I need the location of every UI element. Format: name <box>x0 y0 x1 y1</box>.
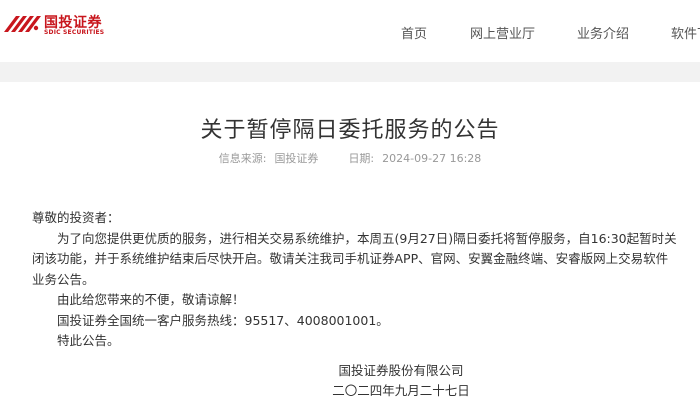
paragraph-apology: 由此给您带来的不便，敬请谅解！ <box>57 292 245 307</box>
paragraph-hotline: 国投证券全国统一客户服务热线：95517、4008001001。 <box>57 312 389 328</box>
article-meta: 信息来源: 国投证券 日期: 2024-09-27 16:28 <box>0 150 700 166</box>
paragraph-maintenance: 为了向您提供更优质的服务，进行相关交易系统维护，本周五(9月27日)隔日委托将暂… <box>32 230 677 287</box>
source-value: 国投证券 <box>274 152 319 165</box>
nav-item-software[interactable]: 软件下 <box>671 23 700 42</box>
source-label: 信息来源: <box>218 152 267 165</box>
nav-item-home[interactable]: 首页 <box>401 23 427 42</box>
paragraph-closing: 特此公告。 <box>57 333 120 348</box>
article-panel: 关于暂停隔日委托服务的公告 信息来源: 国投证券 日期: 2024-09-27 16:… <box>0 82 700 410</box>
signature-company: 国投证券股份有限公司 <box>338 363 464 378</box>
article-body: 尊敬的投资者： 为了向您提供更优质的服务，进行相关交易系统维护，本周五(9月27… <box>32 208 678 352</box>
nav-item-online-hall[interactable]: 网上营业厅 <box>470 23 535 42</box>
page-title: 关于暂停隔日委托服务的公告 <box>200 118 500 143</box>
signature-date: 二〇二四年九月二十七日 <box>332 383 470 398</box>
salutation: 尊敬的投资者： <box>32 210 120 225</box>
date-label: 日期: <box>348 152 375 165</box>
nav-item-business[interactable]: 业务介绍 <box>577 23 629 42</box>
site-header: 国投证券 SDIC SECURITIES 首页 网上营业厅 业务介绍 软件下 <box>0 0 700 62</box>
main-nav: 首页 网上营业厅 业务介绍 软件下 <box>0 23 700 42</box>
date-value: 2024-09-27 16:28 <box>382 152 482 165</box>
